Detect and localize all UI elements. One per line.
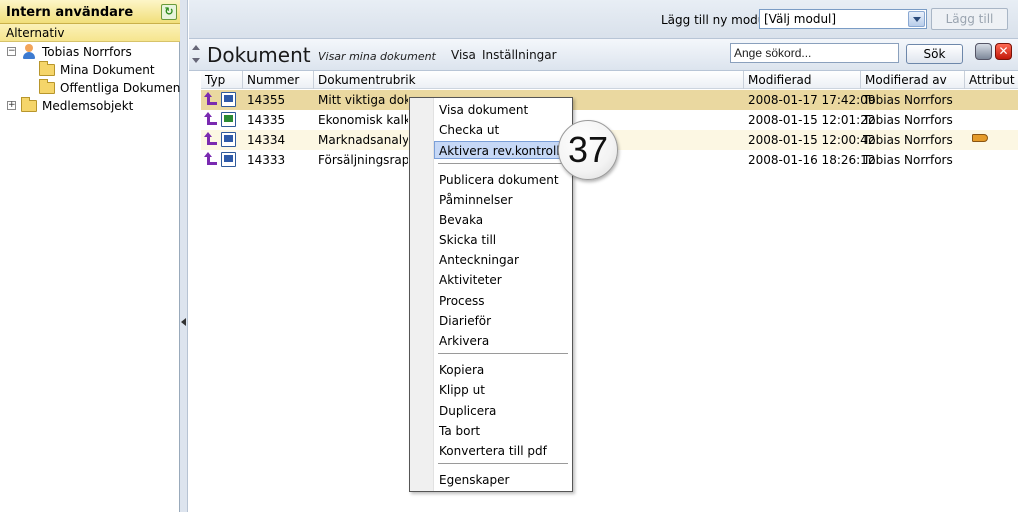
cell-modified-by: Tobias Norrfors [863,133,953,147]
alternativ-label: Alternativ [6,26,65,40]
menu-item-convert-pdf[interactable]: Konvertera till pdf [435,442,571,460]
module-select-value: [Välj modul] [764,12,837,26]
settings-link[interactable]: Inställningar [482,48,557,62]
table-header: Typ Nummer Dokumentrubrik Modifierad Mod… [201,71,1018,89]
module-toolbar: Lägg till ny modul [Välj modul] Lägg til… [189,0,1018,38]
cell-modified-by: Tobias Norrfors [863,93,953,107]
menu-separator [438,163,568,164]
search-button[interactable]: Sök [906,44,963,64]
tree-label-members: Medlemsobjekt [42,99,134,113]
tree-item-user[interactable]: − Tobias Norrfors [0,44,180,62]
step-number-badge: 37 [558,120,618,180]
menu-item-delete[interactable]: Ta bort [435,422,571,440]
column-header-modified[interactable]: Modifierad [744,71,861,89]
minimize-icon[interactable] [975,43,992,60]
cell-title: Mitt viktiga dokument [318,93,408,107]
tree-item-my-docs[interactable]: Mina Dokument [0,61,180,80]
tree-item-members[interactable]: + Medlemsobjekt [0,97,180,116]
menu-item-register[interactable]: Diarieför [435,312,571,330]
main-area: Lägg till ny modul [Välj modul] Lägg til… [189,0,1018,512]
cell-number: 14333 [247,153,286,167]
menu-item-view-document[interactable]: Visa dokument [435,101,571,119]
menu-item-activities[interactable]: Aktiviteter [435,271,571,289]
menu-item-process[interactable]: Process [435,292,571,310]
collapse-icon[interactable]: − [7,47,16,56]
context-menu: Visa dokument Checka ut Aktivera rev.kon… [409,97,573,492]
module-select[interactable]: [Välj modul] [759,9,927,29]
table-row[interactable]: 14335 Ekonomisk kalkyl 2008-01-15 12:01:… [201,110,1018,130]
left-panel-title: Intern användare [6,5,134,20]
doc-icon [221,92,236,107]
xls-icon [221,112,236,127]
collapse-left-icon[interactable] [181,318,186,326]
column-header-modified-by[interactable]: Modifierad av [861,71,965,89]
page-title: Dokument [207,43,311,67]
menu-separator [438,463,568,464]
checkout-arrow-icon [204,132,218,146]
column-header-attribute[interactable]: Attribut [965,71,1018,89]
checkout-arrow-icon [204,92,218,106]
key-icon [972,134,988,142]
module-label: Lägg till ny modul [661,13,769,27]
alternativ-bar[interactable]: Alternativ [0,24,180,42]
folder-icon [21,97,37,112]
column-header-number[interactable]: Nummer [243,71,314,89]
cell-number: 14355 [247,93,286,107]
menu-item-check-out[interactable]: Checka ut [435,121,571,139]
document-panel: Dokument Visar mina dokument Visa Instäl… [189,38,1018,512]
doc-icon [221,132,236,147]
menu-item-duplicate[interactable]: Duplicera [435,402,571,420]
left-panel: Intern användare ↻ Alternativ − Tobias N… [0,0,185,512]
document-panel-header: Dokument Visar mina dokument Visa Instäl… [189,39,1018,71]
menu-item-activate-revision-control[interactable]: Aktivera rev.kontroll [434,141,570,159]
folder-icon [39,61,55,76]
refresh-icon[interactable]: ↻ [161,4,177,20]
column-header-title[interactable]: Dokumentrubrik [314,71,744,89]
menu-item-properties[interactable]: Egenskaper [435,471,571,489]
add-module-button[interactable]: Lägg till [931,8,1008,30]
menu-separator [438,353,568,354]
panel-resize-icon[interactable] [191,43,201,67]
cell-number: 14335 [247,113,286,127]
cell-title: Ekonomisk kalkyl [318,113,408,127]
menu-item-notes[interactable]: Anteckningar [435,251,571,269]
cell-modified-by: Tobias Norrfors [863,153,953,167]
menu-item-watch[interactable]: Bevaka [435,211,571,229]
visa-link[interactable]: Visa [451,48,476,62]
cell-modified: 2008-01-15 12:01:22 [748,113,876,127]
cell-title: Försäljningsrapport [318,153,408,167]
tree-item-public-docs[interactable]: Offentliga Dokument [0,79,185,98]
cell-number: 14334 [247,133,286,147]
checkout-arrow-icon [204,152,218,166]
cell-title: Marknadsanalys [318,133,408,147]
page-subtitle: Visar mina dokument [318,50,436,63]
doc-icon [221,152,236,167]
search-input[interactable] [730,43,899,63]
checkout-arrow-icon [204,112,218,126]
cell-modified-by: Tobias Norrfors [863,113,953,127]
menu-item-send-to[interactable]: Skicka till [435,231,571,249]
tree-label-user: Tobias Norrfors [42,45,132,59]
close-icon[interactable]: ✕ [995,43,1012,60]
menu-item-reminders[interactable]: Påminnelser [435,191,571,209]
chevron-down-icon[interactable] [908,11,925,27]
menu-item-publish-document[interactable]: Publicera dokument [435,171,571,189]
folder-icon [39,79,55,94]
cell-modified: 2008-01-15 12:00:42 [748,133,876,147]
panel-collapse-bar[interactable] [180,0,188,512]
cell-modified: 2008-01-17 17:42:09 [748,93,876,107]
menu-item-archive[interactable]: Arkivera [435,332,571,350]
menu-item-cut[interactable]: Klipp ut [435,381,571,399]
menu-item-copy[interactable]: Kopiera [435,361,571,379]
table-row[interactable]: 14355 Mitt viktiga dokument 2008-01-17 1… [201,90,1018,110]
tree-label-my-docs: Mina Dokument [60,63,155,77]
expand-icon[interactable]: + [7,101,16,110]
column-header-type[interactable]: Typ [201,71,243,89]
cell-modified: 2008-01-16 18:26:12 [748,153,876,167]
user-icon [22,44,36,60]
left-panel-header: Intern användare ↻ [0,0,180,24]
tree-label-public-docs: Offentliga Dokument [60,81,186,95]
